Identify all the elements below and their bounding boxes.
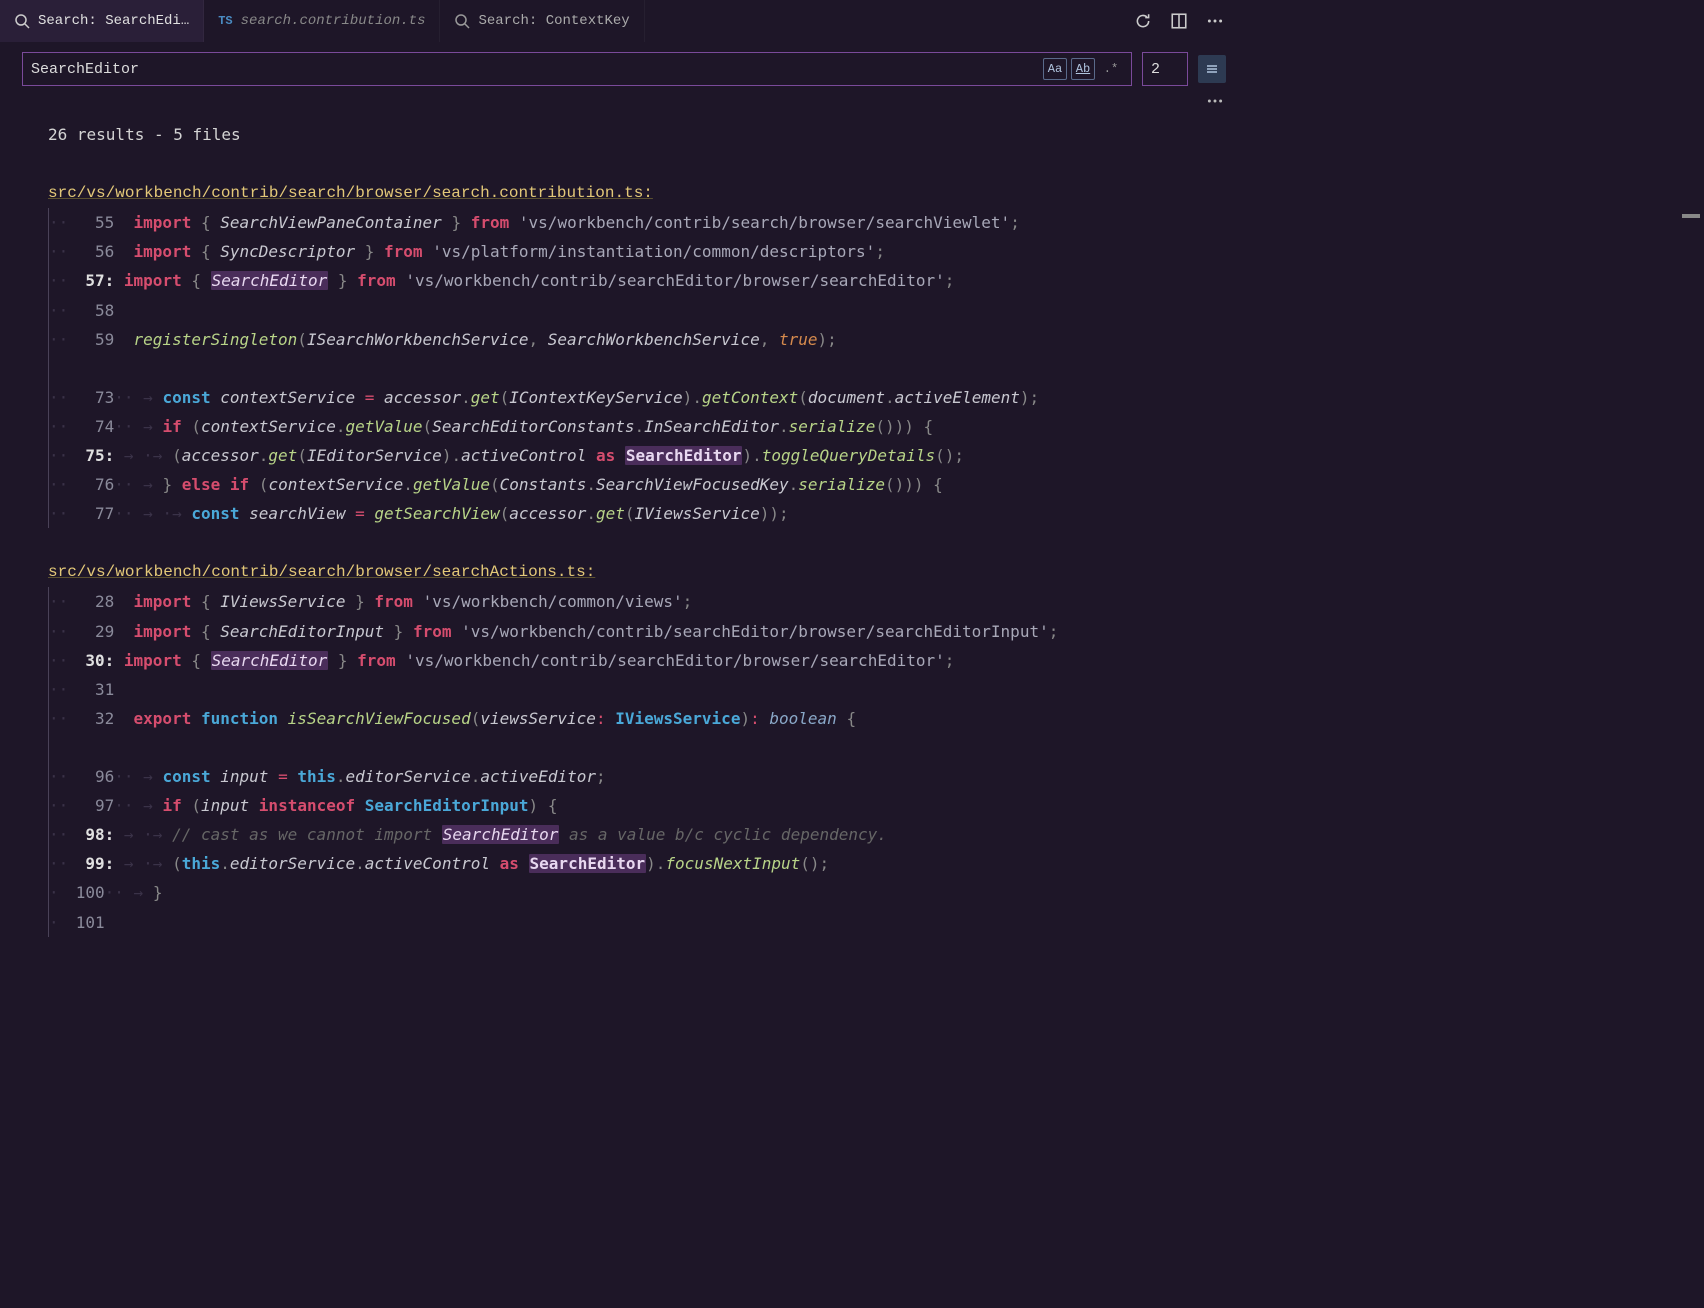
search-results: 26 results - 5 files src/vs/workbench/co…	[0, 116, 1240, 937]
tab-label: search.contribution.ts	[241, 13, 426, 29]
code-line[interactable]: ··74·· → if (contextService.getValue(Sea…	[49, 412, 1240, 441]
search-icon	[14, 13, 30, 29]
code-line[interactable]: ··77·· → ·→ const searchView = getSearch…	[49, 499, 1240, 528]
code-line-match[interactable]: ··98: → ·→ // cast as we cannot import S…	[49, 820, 1240, 849]
file-block: ··55 import { SearchViewPaneContainer } …	[48, 208, 1240, 528]
code-line-match[interactable]: ··75: → ·→ (accessor.get(IEditorService)…	[49, 441, 1240, 470]
tab-label: Search: ContextKey	[478, 13, 629, 29]
code-line[interactable]: ··31	[49, 675, 1240, 704]
file-header[interactable]: src/vs/workbench/contrib/search/browser/…	[0, 558, 1240, 587]
editor-actions	[1134, 0, 1240, 42]
toggle-details-button[interactable]	[1198, 55, 1226, 83]
code-line-match[interactable]: ··57: import { SearchEditor } from 'vs/w…	[49, 266, 1240, 295]
tab-bar: Search: SearchEdi… TS search.contributio…	[0, 0, 1240, 42]
match-case-toggle[interactable]: Aa	[1043, 58, 1067, 80]
code-line[interactable]: ··55 import { SearchViewPaneContainer } …	[49, 208, 1240, 237]
more-icon[interactable]	[1206, 92, 1224, 110]
code-line[interactable]: ··29 import { SearchEditorInput } from '…	[49, 617, 1240, 646]
file-block: ··28 import { IViewsService } from 'vs/w…	[48, 587, 1240, 936]
code-line-match[interactable]: ··99: → ·→ (this.editorService.activeCon…	[49, 849, 1240, 878]
code-line[interactable]: ·100·· → }	[49, 878, 1240, 907]
search-bar: Aa Ab .* 2	[0, 42, 1240, 90]
code-line[interactable]: ··59 registerSingleton(ISearchWorkbenchS…	[49, 325, 1240, 354]
minimap-marker[interactable]	[1682, 214, 1700, 218]
file-header[interactable]: src/vs/workbench/contrib/search/browser/…	[0, 179, 1240, 208]
match-whole-word-toggle[interactable]: Ab	[1071, 58, 1095, 80]
code-line[interactable]: ··28 import { IViewsService } from 'vs/w…	[49, 587, 1240, 616]
code-line[interactable]: ··76·· → } else if (contextService.getVa…	[49, 470, 1240, 499]
context-lines-input[interactable]: 2	[1142, 52, 1188, 86]
code-line[interactable]: ··97·· → if (input instanceof SearchEdit…	[49, 791, 1240, 820]
code-line[interactable]: ··58	[49, 296, 1240, 325]
results-summary: 26 results - 5 files	[0, 120, 1240, 149]
code-line-match[interactable]: ··30: import { SearchEditor } from 'vs/w…	[49, 646, 1240, 675]
code-line[interactable]: ·101	[49, 908, 1240, 937]
split-editor-icon[interactable]	[1170, 12, 1188, 30]
search-input-wrapper: Aa Ab .*	[22, 52, 1132, 86]
refresh-icon[interactable]	[1134, 12, 1152, 30]
tab-label: Search: SearchEdi…	[38, 13, 189, 29]
code-line[interactable]: ··56 import { SyncDescriptor } from 'vs/…	[49, 237, 1240, 266]
search-icon	[454, 13, 470, 29]
search-query-input[interactable]	[31, 61, 1037, 78]
code-line[interactable]: ··73·· → const contextService = accessor…	[49, 383, 1240, 412]
tab-search-contextkey[interactable]: Search: ContextKey	[440, 0, 644, 42]
tab-file-ts[interactable]: TS search.contribution.ts	[204, 0, 440, 42]
regex-toggle[interactable]: .*	[1099, 58, 1123, 80]
tab-search-editor[interactable]: Search: SearchEdi…	[0, 0, 204, 42]
more-icon[interactable]	[1206, 12, 1224, 30]
code-line[interactable]: ··32 export function isSearchViewFocused…	[49, 704, 1240, 733]
typescript-badge-icon: TS	[218, 14, 232, 28]
code-line[interactable]: ··96·· → const input = this.editorServic…	[49, 762, 1240, 791]
